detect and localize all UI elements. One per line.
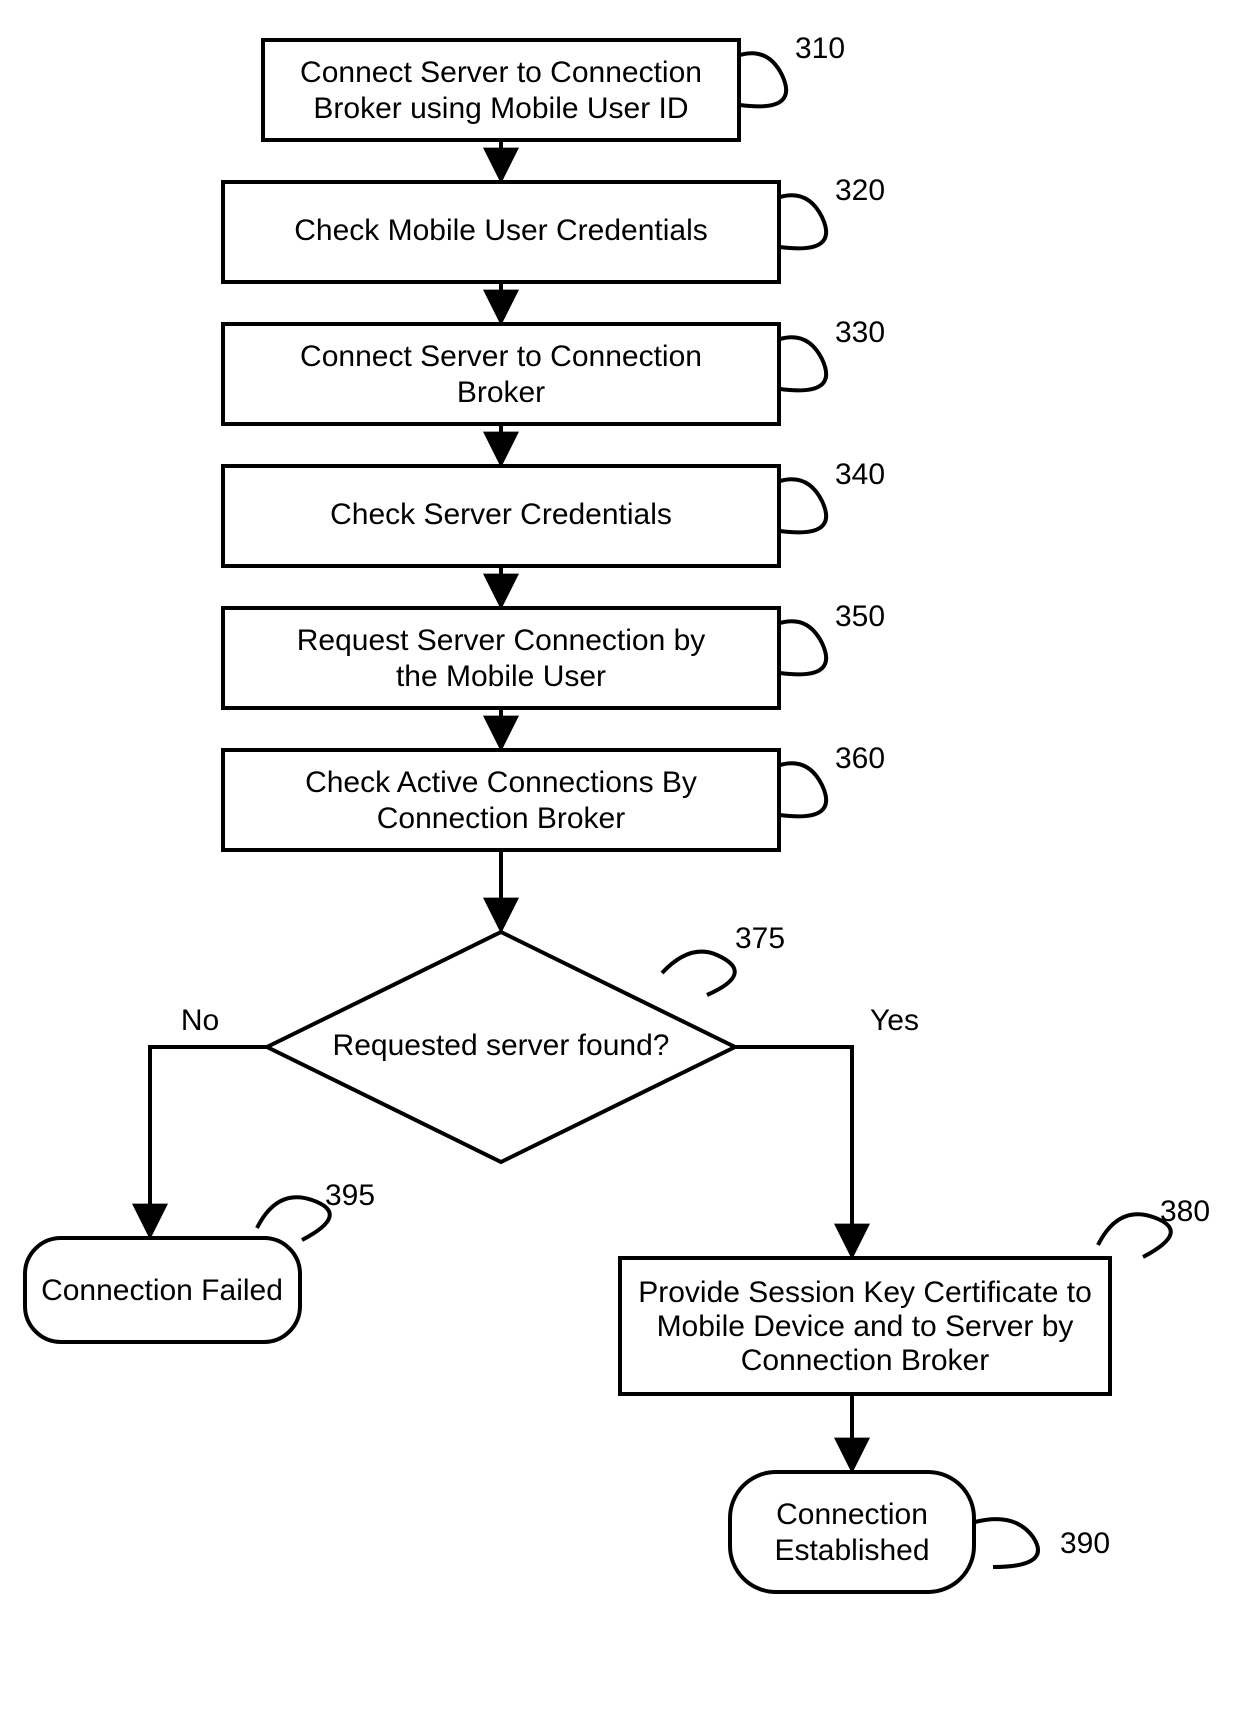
step-340-ref: 340 xyxy=(835,458,885,491)
step-330-line1: Connect Server to Connection xyxy=(300,340,702,373)
arrow-375-no-395 xyxy=(150,1047,267,1236)
decision-375: Requested server found? 375 xyxy=(267,922,785,1162)
step-350-ref: 350 xyxy=(835,600,885,633)
step-310-ref-leader xyxy=(740,53,786,106)
step-360-line2: Connection Broker xyxy=(377,802,625,835)
decision-375-text: Requested server found? xyxy=(333,1029,670,1062)
step-330-line2: Broker xyxy=(457,376,545,409)
terminator-390-ref-leader xyxy=(975,1519,1038,1567)
step-340-line1: Check Server Credentials xyxy=(330,498,672,531)
step-310-line2: Broker using Mobile User ID xyxy=(313,92,688,125)
step-350-line1: Request Server Connection by xyxy=(297,624,706,657)
step-310-line1: Connect Server to Connection xyxy=(300,56,702,89)
step-320-ref: 320 xyxy=(835,174,885,207)
step-350-line2: the Mobile User xyxy=(396,660,606,693)
step-310: Connect Server to Connection Broker usin… xyxy=(263,32,845,140)
step-380: Provide Session Key Certificate to Mobil… xyxy=(620,1195,1210,1394)
step-320-line1: Check Mobile User Credentials xyxy=(294,214,708,247)
step-360: Check Active Connections By Connection B… xyxy=(223,742,885,850)
terminator-390: Connection Established 390 xyxy=(730,1472,1110,1592)
branch-no-label: No xyxy=(181,1004,219,1037)
step-340: Check Server Credentials 340 xyxy=(223,458,885,566)
terminator-390-line2: Established xyxy=(774,1534,929,1567)
step-330-ref: 330 xyxy=(835,316,885,349)
step-360-ref: 360 xyxy=(835,742,885,775)
step-320-ref-leader xyxy=(780,195,826,248)
terminator-390-ref: 390 xyxy=(1060,1527,1110,1560)
step-380-line1: Provide Session Key Certificate to xyxy=(638,1276,1092,1309)
terminator-395-ref: 395 xyxy=(325,1179,375,1212)
step-330-ref-leader xyxy=(780,337,826,390)
step-320: Check Mobile User Credentials 320 xyxy=(223,174,885,282)
step-350-ref-leader xyxy=(780,621,826,674)
branch-yes-label: Yes xyxy=(870,1004,919,1037)
decision-375-ref: 375 xyxy=(735,922,785,955)
arrow-375-yes-380 xyxy=(735,1047,852,1256)
terminator-395: Connection Failed 395 xyxy=(25,1179,375,1342)
step-380-line3: Connection Broker xyxy=(741,1344,989,1377)
step-380-line2: Mobile Device and to Server by xyxy=(657,1310,1074,1343)
step-380-ref: 380 xyxy=(1160,1195,1210,1228)
terminator-390-line1: Connection xyxy=(776,1498,928,1531)
step-360-line1: Check Active Connections By xyxy=(305,766,697,799)
step-340-ref-leader xyxy=(780,479,826,532)
step-310-ref: 310 xyxy=(795,32,845,65)
step-360-ref-leader xyxy=(780,763,826,816)
decision-375-ref-leader xyxy=(662,952,735,995)
step-350: Request Server Connection by the Mobile … xyxy=(223,600,885,708)
step-330: Connect Server to Connection Broker 330 xyxy=(223,316,885,424)
terminator-395-text: Connection Failed xyxy=(41,1274,283,1307)
terminator-395-ref-leader xyxy=(257,1197,330,1240)
